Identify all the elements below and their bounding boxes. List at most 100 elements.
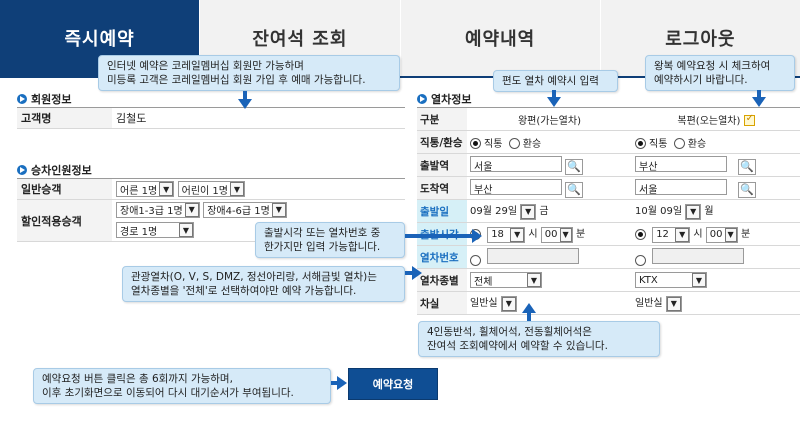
seat-class-label: 차실 (417, 291, 467, 315)
minute-return-value: 00 (709, 229, 723, 241)
train-type-label: 열차종별 (417, 268, 467, 292)
arrow-right-icon (412, 266, 422, 280)
time-or-number-callout: 출발시각 또는 열차번호 중 한가지만 입력 가능합니다. (255, 222, 405, 258)
roundtrip-callout: 왕복 예약요청 시 체크하여 예약하시기 바랍니다. (645, 55, 795, 91)
reserve-request-button[interactable]: 예약요청 (348, 368, 438, 400)
passenger-section-title: 승차인원정보 (17, 162, 92, 178)
bullet-icon (17, 94, 27, 104)
bullet-icon (17, 165, 27, 175)
arrival-input-return[interactable]: 서울 (635, 178, 727, 196)
hour-out-value: 18 (491, 229, 504, 241)
search-icon[interactable]: 🔍 (565, 181, 584, 198)
disabled46-count-select[interactable]: 장애4-6급 1명 ▼ (203, 201, 287, 218)
departure-input-out[interactable]: 서울 (470, 155, 562, 173)
request-limit-callout: 예약요청 버튼 클릭은 총 6회까지 가능하며, 이후 초기화면으로 이동되어 … (33, 368, 331, 404)
date-return-text: 10월 09일 (635, 206, 683, 218)
transfer-label: 환승 (522, 138, 542, 150)
train-type-select-out[interactable]: 전체 ▼ (470, 272, 542, 288)
tab-reservation-history[interactable]: 예약내역 (399, 0, 600, 76)
seat-class-out-value: 일반실 (470, 298, 498, 310)
arrow-right-icon (337, 376, 347, 390)
direct-radio-return[interactable] (635, 138, 646, 149)
disabled13-count-select[interactable]: 장애1-3급 1명 ▼ (116, 201, 200, 218)
time-radio-return[interactable] (635, 228, 646, 240)
date-out-day: 금 (539, 206, 549, 218)
col-return: 복편(오는열차) (632, 107, 800, 131)
chevron-down-icon: ▼ (501, 296, 516, 311)
direct-label: 직통 (649, 138, 668, 150)
chevron-down-icon: ▼ (159, 182, 174, 196)
roundtrip-checkbox[interactable] (743, 113, 755, 126)
chevron-down-icon: ▼ (675, 227, 690, 242)
transfer-radio-return[interactable] (673, 138, 685, 149)
arrival-input-out[interactable]: 부산 (470, 178, 562, 196)
train-title-text: 열차정보 (431, 93, 472, 106)
search-icon[interactable]: 🔍 (738, 181, 757, 198)
adult-count-value: 어른 1명 (120, 185, 158, 197)
minute-select-return[interactable]: 00 ▼ (705, 226, 738, 243)
arrow-stem (552, 90, 556, 97)
chevron-down-icon: ▼ (724, 227, 737, 242)
train-number-label: 열차번호 (417, 245, 467, 269)
child-count-select[interactable]: 어린이 1명 ▼ (177, 181, 245, 197)
date-label: 출발일 (417, 199, 467, 223)
trainno-radio-out[interactable] (470, 255, 481, 266)
discount-passenger-label: 할인적용승객 (17, 199, 112, 242)
direct-label: 직통 (484, 138, 503, 150)
arrow-stem (757, 90, 761, 97)
hour-return-value: 12 (656, 229, 669, 241)
arrow-down-icon (238, 99, 252, 109)
tourist-train-callout: 관광열차(O, V, S, DMZ, 정선아리랑, 서해금빛 열차)는 열차종별… (122, 266, 405, 302)
train-type-out-value: 전체 (474, 276, 493, 288)
direct-radio-out[interactable] (470, 138, 481, 149)
bullet-icon (417, 94, 427, 104)
member-section-title: 회원정보 (17, 91, 71, 107)
disabled46-value: 장애4-6급 1명 (207, 206, 270, 218)
adult-count-select[interactable]: 어른 1명 ▼ (116, 181, 175, 197)
child-count-value: 어린이 1명 (181, 185, 228, 197)
train-table: 구분 왕편(가는열차) 복편(오는열차) 직통/환승 직통 환승 직통 환승 출… (417, 107, 800, 315)
seat-type-callout: 4인동반석, 휠체어석, 전동휠체어석은 잔여석 조회예약에서 예약할 수 있습… (418, 321, 660, 357)
departure-label: 출발역 (417, 153, 467, 177)
hour-select-out[interactable]: 18 ▼ (487, 226, 526, 243)
chevron-down-icon: ▼ (521, 204, 536, 219)
chevron-down-icon: ▼ (666, 296, 681, 311)
disabled13-value: 장애1-3급 1명 (120, 206, 183, 218)
chevron-down-icon: ▼ (271, 202, 286, 217)
minute-select-out[interactable]: 00 ▼ (540, 226, 573, 243)
date-out-select[interactable]: ▼ (520, 203, 537, 220)
col-outbound: 왕편(가는열차) (467, 107, 632, 131)
train-type-select-return[interactable]: KTX ▼ (635, 272, 707, 288)
seat-class-select-return[interactable]: ▼ (665, 295, 682, 312)
name-label: 고객명 (17, 107, 112, 129)
departure-input-return[interactable]: 부산 (635, 155, 727, 173)
transfer-radio-out[interactable] (508, 138, 520, 149)
trainno-radio-return[interactable] (635, 255, 646, 266)
trainno-input-out[interactable] (487, 247, 580, 264)
arrival-label: 도착역 (417, 176, 467, 200)
member-table: 고객명 김철도 (17, 107, 405, 129)
search-icon[interactable]: 🔍 (565, 158, 584, 175)
train-section-title: 열차정보 (417, 91, 471, 107)
trainno-input-return[interactable] (652, 247, 745, 264)
seat-class-return-value: 일반실 (635, 298, 663, 310)
search-icon[interactable]: 🔍 (738, 158, 757, 175)
chevron-down-icon: ▼ (692, 273, 706, 287)
hour-unit: 시 (528, 229, 538, 241)
arrow-stem (243, 91, 247, 99)
seat-class-select-out[interactable]: ▼ (500, 295, 517, 312)
senior-count-select[interactable]: 경로 1명 ▼ (116, 222, 194, 239)
arrow-stem (527, 313, 531, 321)
membership-callout: 인터넷 예약은 코레일멤버십 회원만 가능하며 미등록 고객은 코레일멤버십 회… (98, 55, 400, 91)
date-return-select[interactable]: ▼ (685, 203, 702, 220)
arrow-stem (405, 234, 473, 238)
chevron-down-icon: ▼ (230, 182, 244, 196)
date-out-text: 09월 29일 (470, 206, 518, 218)
chevron-down-icon: ▼ (510, 227, 525, 242)
passenger-title-text: 승차인원정보 (31, 164, 92, 177)
hour-select-return[interactable]: 12 ▼ (652, 226, 691, 243)
hour-unit: 시 (693, 229, 703, 241)
arrow-down-icon (547, 97, 561, 107)
name-value: 김철도 (112, 107, 405, 129)
member-title-text: 회원정보 (31, 93, 72, 106)
